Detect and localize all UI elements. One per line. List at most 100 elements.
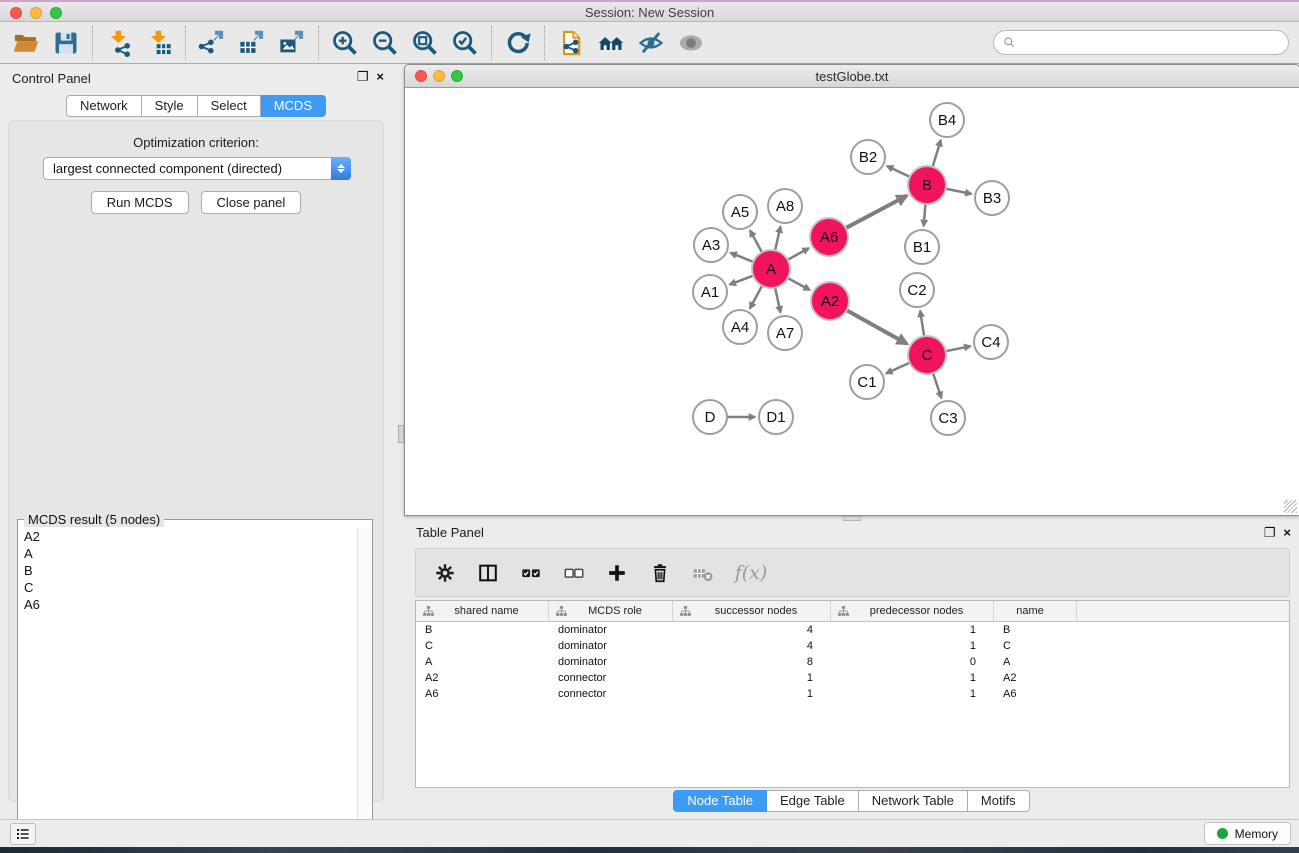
- open-session-icon[interactable]: [6, 25, 46, 61]
- graph-node-A3[interactable]: A3: [693, 227, 729, 263]
- control-panel-tabs: NetworkStyleSelectMCDS: [0, 95, 392, 117]
- graph-node-A7[interactable]: A7: [767, 315, 803, 351]
- save-session-icon[interactable]: [46, 25, 86, 61]
- graph-node-D[interactable]: D: [692, 399, 728, 435]
- criterion-dropdown[interactable]: largest connected component (directed): [43, 157, 351, 180]
- mcds-result-item[interactable]: A6: [19, 596, 357, 613]
- table-cell: C: [416, 640, 549, 652]
- graph-node-A4[interactable]: A4: [722, 309, 758, 345]
- delete-table-icon[interactable]: [690, 560, 716, 586]
- zoom-out-icon[interactable]: [365, 25, 405, 61]
- table-row[interactable]: A2connector11A2: [416, 670, 1289, 686]
- table-cell: 1: [831, 672, 994, 684]
- graph-node-A5[interactable]: A5: [722, 194, 758, 230]
- mcds-result-item[interactable]: C: [19, 579, 357, 596]
- graph-node-D1[interactable]: D1: [758, 399, 794, 435]
- table-row[interactable]: A6connector11A6: [416, 686, 1289, 702]
- graph-node-A1[interactable]: A1: [692, 274, 728, 310]
- app-titlebar: Session: New Session: [0, 2, 1299, 22]
- tab-mcds[interactable]: MCDS: [261, 95, 326, 117]
- table-cell: 8: [673, 656, 831, 668]
- panel-divider-handle[interactable]: [398, 425, 404, 443]
- memory-status-icon: [1217, 828, 1228, 839]
- table-tab-node-table[interactable]: Node Table: [673, 790, 767, 812]
- graph-node-A6[interactable]: A6: [809, 217, 849, 257]
- zoom-selected-icon[interactable]: [445, 25, 485, 61]
- table-panel-title: Table Panel: [416, 525, 484, 540]
- tab-select[interactable]: Select: [198, 95, 261, 117]
- hide-panels-icon[interactable]: [631, 25, 671, 61]
- table-settings-icon[interactable]: [432, 560, 458, 586]
- search-box[interactable]: [993, 30, 1289, 55]
- table-tab-motifs[interactable]: Motifs: [968, 790, 1030, 812]
- tab-style[interactable]: Style: [142, 95, 198, 117]
- graph-node-C3[interactable]: C3: [930, 400, 966, 436]
- delete-entry-icon[interactable]: [647, 560, 673, 586]
- close-table-panel-icon[interactable]: ×: [1283, 525, 1291, 541]
- table-row[interactable]: Cdominator41C: [416, 638, 1289, 654]
- refresh-view-icon[interactable]: [498, 25, 538, 61]
- graph-node-C[interactable]: C: [907, 335, 947, 375]
- zoom-fit-icon[interactable]: [405, 25, 445, 61]
- mcds-result-item[interactable]: A2: [19, 528, 357, 545]
- import-network-icon[interactable]: [99, 25, 139, 61]
- column-header-name[interactable]: name: [994, 601, 1077, 621]
- export-table-icon[interactable]: [232, 25, 272, 61]
- tab-network[interactable]: Network: [66, 95, 142, 117]
- table-row[interactable]: Bdominator41B: [416, 622, 1289, 638]
- column-header-MCDS-role[interactable]: MCDS role: [549, 601, 673, 621]
- unselect-all-icon[interactable]: [561, 560, 587, 586]
- zoom-in-icon[interactable]: [325, 25, 365, 61]
- float-table-panel-icon[interactable]: ❐: [1264, 525, 1276, 541]
- table-cell: A: [416, 656, 549, 668]
- graph-node-B3[interactable]: B3: [974, 180, 1010, 216]
- float-panel-icon[interactable]: ❐: [357, 69, 369, 85]
- graph-node-B1[interactable]: B1: [904, 229, 940, 265]
- network-canvas[interactable]: A A1 A2 A3 A4 A5 A6 A7 A8 B B1 B2 B3 B4 C C1 C2 C3 C4 D D1: [405, 88, 1299, 515]
- network-window-titlebar[interactable]: testGlobe.txt: [405, 65, 1299, 88]
- export-network-icon[interactable]: [192, 25, 232, 61]
- table-row[interactable]: Adominator80A: [416, 654, 1289, 670]
- column-header-predecessor-nodes[interactable]: predecessor nodes: [831, 601, 994, 621]
- export-image-icon[interactable]: [272, 25, 312, 61]
- table-tab-network-table[interactable]: Network Table: [859, 790, 968, 812]
- status-bar: Memory: [0, 819, 1299, 847]
- search-input[interactable]: [1017, 35, 1288, 50]
- graph-node-C1[interactable]: C1: [849, 364, 885, 400]
- graph-node-C4[interactable]: C4: [973, 324, 1009, 360]
- column-header-successor-nodes[interactable]: successor nodes: [673, 601, 831, 621]
- table-tab-edge-table[interactable]: Edge Table: [767, 790, 859, 812]
- graph-node-C2[interactable]: C2: [899, 272, 935, 308]
- optimization-criterion-label: Optimization criterion:: [9, 135, 383, 150]
- mcds-result-item[interactable]: B: [19, 562, 357, 579]
- node-table[interactable]: shared nameMCDS rolesuccessor nodesprede…: [415, 600, 1290, 788]
- graph-node-B4[interactable]: B4: [929, 102, 965, 138]
- toggle-columns-icon[interactable]: [475, 560, 501, 586]
- result-scrollbar[interactable]: [357, 528, 371, 847]
- toolbar-separator: [491, 26, 492, 60]
- graph-node-A2[interactable]: A2: [810, 281, 850, 321]
- run-mcds-button[interactable]: Run MCDS: [91, 191, 189, 214]
- close-panel-button[interactable]: Close panel: [201, 191, 302, 214]
- new-network-from-file-icon[interactable]: [551, 25, 591, 61]
- table-cell: 4: [673, 640, 831, 652]
- table-cell: 1: [831, 624, 994, 636]
- graph-node-A8[interactable]: A8: [767, 188, 803, 224]
- task-history-button[interactable]: [10, 823, 36, 845]
- graph-node-B2[interactable]: B2: [850, 139, 886, 175]
- table-cell: connector: [549, 688, 673, 700]
- graph-node-A[interactable]: A: [751, 249, 791, 289]
- graph-node-B[interactable]: B: [907, 165, 947, 205]
- add-entry-icon[interactable]: [604, 560, 630, 586]
- show-panels-icon[interactable]: [671, 25, 711, 61]
- apply-function-icon[interactable]: f(x): [733, 560, 769, 586]
- cybrowser-home-icon[interactable]: [591, 25, 631, 61]
- import-table-icon[interactable]: [139, 25, 179, 61]
- table-panel: Table Panel ❐ × f(x) shared nameMCDS rol…: [404, 521, 1299, 816]
- window-resize-grip[interactable]: [1284, 500, 1297, 513]
- close-panel-icon[interactable]: ×: [376, 69, 384, 85]
- select-all-icon[interactable]: [518, 560, 544, 586]
- memory-button[interactable]: Memory: [1204, 822, 1291, 845]
- mcds-result-item[interactable]: A: [19, 545, 357, 562]
- column-header-shared-name[interactable]: shared name: [416, 601, 549, 621]
